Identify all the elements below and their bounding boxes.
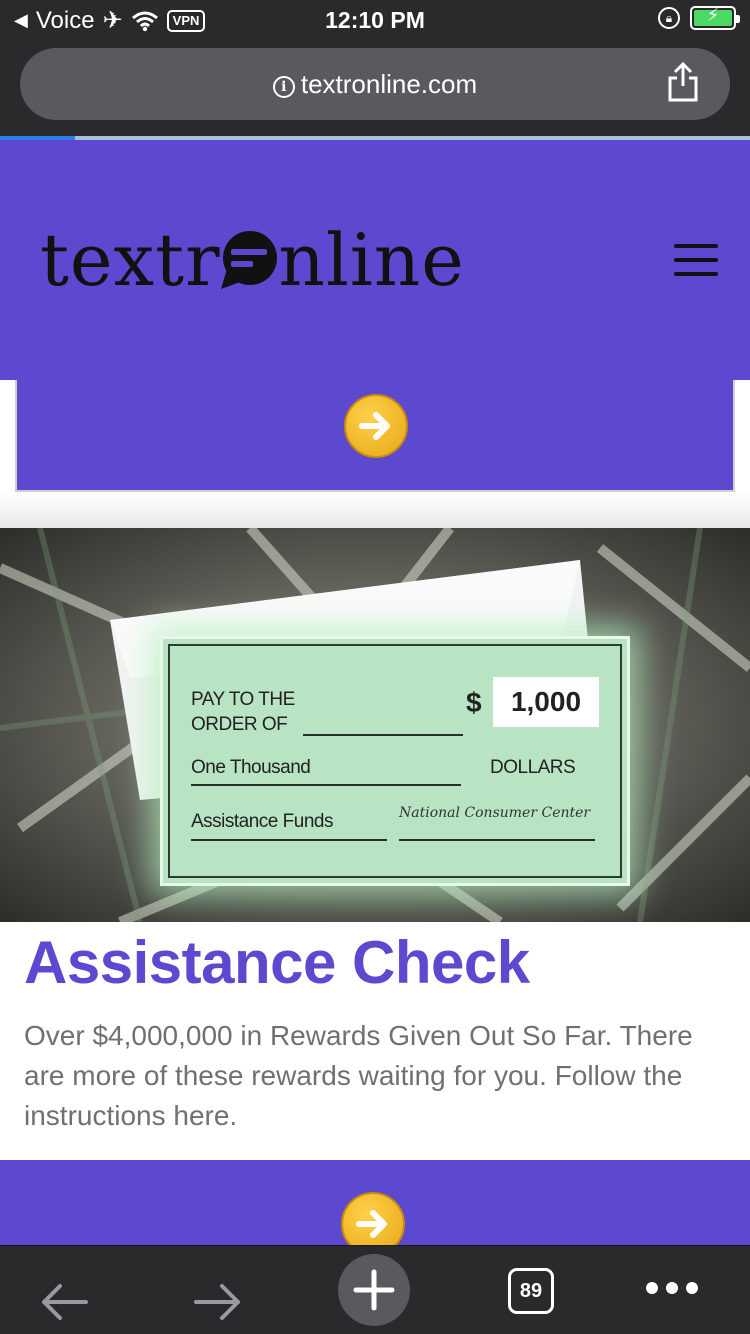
- back-arrow-icon[interactable]: [38, 1270, 90, 1334]
- info-icon[interactable]: i: [272, 76, 295, 98]
- status-bar: ◀ Voice ✈ VPN 12:10 PM 🔒︎ ⚡︎: [0, 0, 750, 40]
- address-bar[interactable]: i textronline.com: [20, 48, 730, 120]
- assistance-check-graphic: PAY TO THE ORDER OF $ 1,000 One Thousand…: [160, 636, 630, 886]
- new-tab-button[interactable]: [338, 1254, 410, 1326]
- status-time: 12:10 PM: [325, 7, 425, 33]
- charging-bolt-icon: ⚡︎: [706, 5, 720, 25]
- check-amount-words: One Thousand: [191, 757, 311, 778]
- arrow-right-icon: [356, 1210, 387, 1238]
- rotation-lock-icon: 🔒︎: [658, 7, 680, 29]
- hero-image-check[interactable]: PAY TO THE ORDER OF $ 1,000 One Thousand…: [0, 528, 750, 922]
- arrow-right-icon: [359, 412, 390, 440]
- status-right: 🔒︎ ⚡︎: [658, 5, 740, 30]
- cta-banner-top[interactable]: [15, 380, 735, 492]
- share-icon[interactable]: [666, 62, 700, 102]
- article-title[interactable]: Assistance Check: [24, 928, 530, 997]
- logo-text-left: textr: [40, 218, 221, 302]
- url-text: textronline.com: [300, 69, 478, 99]
- check-dollar-sign: $: [466, 687, 482, 718]
- plus-icon: [353, 1269, 395, 1311]
- browser-address-area: i textronline.com: [0, 40, 750, 136]
- check-memo: Assistance Funds: [191, 811, 333, 832]
- site-logo[interactable]: textr nline: [40, 218, 465, 302]
- check-pay-to: PAY TO THE: [191, 689, 295, 710]
- arrow-right-button[interactable]: [344, 394, 408, 458]
- site-header: textr nline: [0, 140, 750, 380]
- tabs-count-button[interactable]: 89: [508, 1268, 554, 1314]
- check-order-of: ORDER OF: [191, 714, 288, 735]
- browser-toolbar: 89: [0, 1245, 750, 1334]
- logo-text-right: nline: [278, 218, 465, 302]
- speech-bubble-o-icon: [220, 224, 279, 289]
- check-amount: 1,000: [493, 677, 599, 727]
- forward-arrow-icon[interactable]: [192, 1270, 244, 1334]
- check-signature: National Consumer Center: [399, 805, 591, 821]
- menu-hamburger-icon[interactable]: [674, 244, 718, 276]
- check-dollars-label: DOLLARS: [490, 757, 576, 778]
- article-body: Over $4,000,000 in Rewards Given Out So …: [24, 1020, 693, 1131]
- cta-banner-bottom[interactable]: [0, 1160, 750, 1256]
- more-menu-icon[interactable]: [646, 1282, 698, 1294]
- battery-icon: ⚡︎: [690, 5, 740, 30]
- url-display[interactable]: i textronline.com: [20, 69, 730, 100]
- section-divider: [0, 492, 750, 528]
